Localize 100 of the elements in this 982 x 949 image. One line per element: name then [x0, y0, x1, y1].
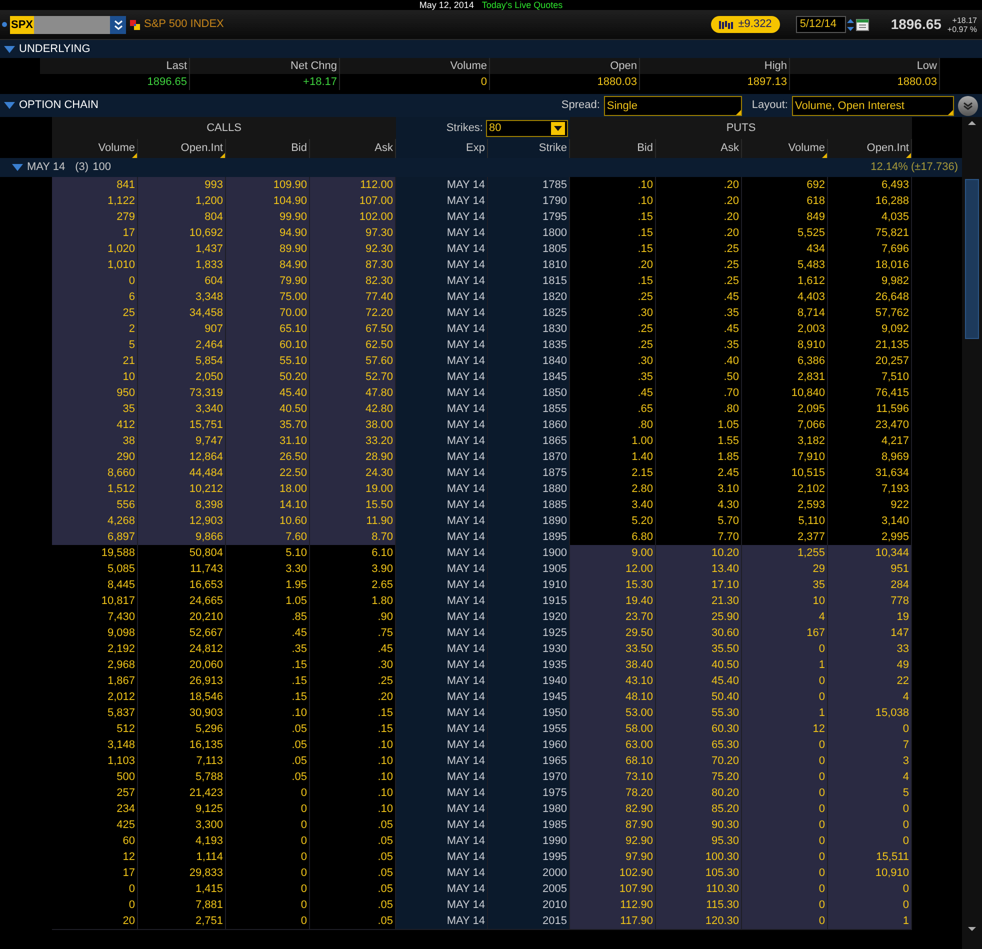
table-cell: .05 [226, 753, 310, 770]
table-cell: MAY 14 [396, 433, 488, 450]
menu-button[interactable] [958, 96, 978, 116]
table-cell: 52.70 [310, 369, 396, 386]
symbol-field[interactable]: SPX [10, 16, 110, 34]
date-field[interactable]: 5/12/14 [796, 16, 846, 33]
column-header[interactable]: Volume [52, 139, 138, 158]
table-cell: 20,210 [138, 609, 226, 626]
scroll-thumb[interactable] [965, 179, 979, 339]
table-cell: 107.90 [570, 881, 656, 898]
table-cell: MAY 14 [396, 673, 488, 690]
table-cell: 12.00 [570, 561, 656, 578]
strikes-dropdown[interactable]: 80 [486, 120, 568, 136]
table-cell: 44,484 [138, 465, 226, 482]
column-header[interactable]: Volume [742, 139, 828, 158]
table-cell: MAY 14 [396, 305, 488, 322]
disclosure-triangle-icon[interactable] [4, 46, 15, 52]
table-cell: 2,050 [138, 369, 226, 386]
table-cell: 0 [226, 801, 310, 818]
table-cell: 1.40 [570, 449, 656, 466]
table-cell: 1895 [488, 529, 570, 546]
table-cell: .10 [310, 785, 396, 802]
table-cell: MAY 14 [396, 913, 488, 930]
table-cell: MAY 14 [396, 321, 488, 338]
table-cell: 18,016 [828, 257, 912, 274]
table-cell: 7,066 [742, 417, 828, 434]
column-header[interactable]: Bid [226, 139, 310, 158]
table-cell: 1990 [488, 833, 570, 850]
table-cell: 5 [52, 337, 138, 354]
table-cell: 38 [52, 433, 138, 450]
column-header[interactable]: Ask [656, 139, 742, 158]
table-cell: 5,110 [742, 513, 828, 530]
calendar-icon[interactable] [856, 18, 869, 31]
table-cell: .20 [656, 209, 742, 226]
table-cell: 40.50 [226, 401, 310, 418]
table-cell: 26,913 [138, 673, 226, 690]
table-cell: 60.30 [656, 721, 742, 738]
table-cell: 30,903 [138, 705, 226, 722]
table-cell: .10 [570, 193, 656, 210]
table-cell: 618 [742, 193, 828, 210]
table-cell: 1,512 [52, 481, 138, 498]
table-cell: .15 [310, 705, 396, 722]
net-change: +18.17 [952, 16, 977, 24]
table-cell: 70.20 [656, 753, 742, 770]
table-cell: 68.10 [570, 753, 656, 770]
table-cell: 425 [52, 817, 138, 834]
spread-dropdown[interactable]: Single [604, 96, 742, 116]
table-cell: 1885 [488, 497, 570, 514]
table-cell: .20 [656, 225, 742, 242]
symbol-dropdown-button[interactable] [110, 16, 126, 34]
table-cell: MAY 14 [396, 449, 488, 466]
table-cell: MAY 14 [396, 225, 488, 242]
table-cell: .80 [570, 417, 656, 434]
column-header: High [640, 58, 789, 74]
table-cell: 778 [828, 593, 912, 610]
underlying-value: +18.17 [190, 74, 339, 90]
symbol-description: S&P 500 INDEX [144, 17, 224, 32]
table-cell: 9,098 [52, 625, 138, 642]
table-cell: 4.30 [656, 497, 742, 514]
table-cell: 1925 [488, 625, 570, 642]
table-cell: MAY 14 [396, 561, 488, 578]
underlying-header[interactable]: UNDERLYING [0, 40, 982, 58]
table-cell: 1900 [488, 545, 570, 562]
table-cell: MAY 14 [396, 849, 488, 866]
disclosure-triangle-icon[interactable] [4, 102, 15, 109]
sort-marker-icon [948, 110, 953, 114]
underlying-value: 1880.03 [490, 74, 639, 90]
table-cell: 1,010 [52, 257, 138, 274]
table-cell: 65.30 [656, 737, 742, 754]
column-header[interactable]: Open.Int [138, 139, 226, 158]
disclosure-triangle-icon[interactable] [12, 164, 23, 171]
table-cell: 40.50 [656, 657, 742, 674]
table-cell: 907 [138, 321, 226, 338]
impl-move-badge[interactable]: ±9.322 [711, 16, 780, 33]
column-header[interactable]: Ask [310, 139, 396, 158]
table-cell: 72.20 [310, 305, 396, 322]
layout-dropdown[interactable]: Volume, Open Interest [792, 96, 954, 116]
column-header[interactable]: Bid [570, 139, 656, 158]
table-cell: .25 [570, 337, 656, 354]
table-cell: 1985 [488, 817, 570, 834]
column-header[interactable]: Open.Int [828, 139, 912, 158]
table-cell: 112.90 [570, 897, 656, 914]
table-cell: 26,648 [828, 289, 912, 306]
table-cell: 15,751 [138, 417, 226, 434]
table-cell: 38.40 [570, 657, 656, 674]
table-cell: 10 [52, 369, 138, 386]
scrollbar[interactable] [962, 117, 982, 949]
column-header[interactable]: Strike [488, 139, 570, 158]
table-cell: MAY 14 [396, 241, 488, 258]
table-cell: 92.30 [310, 241, 396, 258]
expiration-group-row[interactable]: MAY 14 (3) 100 12.14% (±17.736) [0, 158, 962, 177]
table-cell: 1920 [488, 609, 570, 626]
table-cell: 1955 [488, 721, 570, 738]
table-cell: 1945 [488, 689, 570, 706]
section-title[interactable]: OPTION CHAIN [19, 97, 98, 114]
underlying-value: 1896.65 [40, 74, 189, 90]
table-cell: 5,788 [138, 769, 226, 786]
table-cell: 412 [52, 417, 138, 434]
table-cell: MAY 14 [396, 897, 488, 914]
column-header[interactable]: Exp [396, 139, 488, 158]
